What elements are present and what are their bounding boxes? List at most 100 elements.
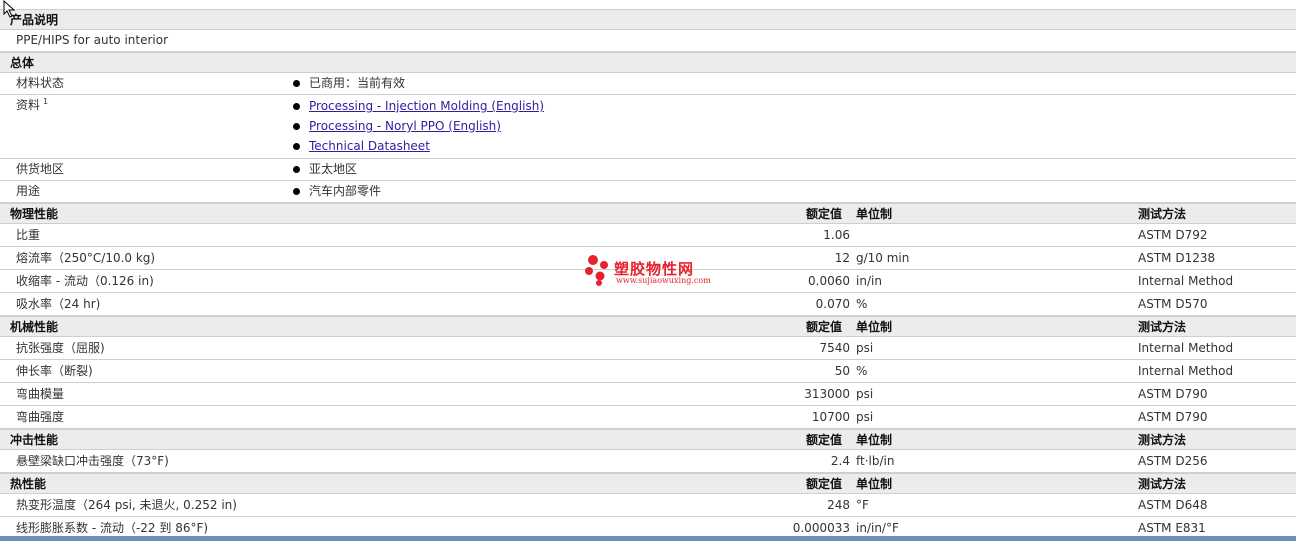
- section-title: 物理性能: [10, 207, 59, 221]
- column-header-value: 额定值: [806, 207, 843, 221]
- column-header-unit: 单位制: [856, 207, 893, 221]
- section-title: 冲击性能: [10, 433, 59, 447]
- property-unit: psi: [856, 387, 874, 401]
- section-title: 总体: [10, 56, 35, 70]
- section-product-description: 产品说明: [0, 9, 1296, 30]
- property-method: ASTM D790: [1138, 410, 1208, 424]
- property-name: 吸水率（24 hr): [16, 297, 101, 311]
- material-status-row: 材料状态 已商用：当前有效: [0, 73, 1296, 95]
- property-name: 弯曲强度: [16, 410, 65, 424]
- property-row: 抗张强度（屈服) 7540 psi Internal Method: [0, 337, 1296, 360]
- column-header-unit: 单位制: [856, 320, 893, 334]
- footnote-marker: 1: [43, 97, 49, 106]
- property-name: 悬壁梁缺口冲击强度（73°F): [16, 454, 169, 468]
- column-header-value: 额定值: [806, 320, 843, 334]
- property-unit: in/in: [856, 274, 882, 288]
- watermark-dots-icon: [585, 255, 608, 286]
- supply-region-value: 亚太地区: [309, 162, 358, 176]
- watermark-logo: 塑胶物性网 www.sujiaowuxing.com: [584, 254, 734, 290]
- property-method: ASTM D790: [1138, 387, 1208, 401]
- bottom-scroll-bar[interactable]: [0, 536, 1296, 541]
- property-value: 248: [827, 498, 850, 512]
- doc-link-noryl-ppo[interactable]: Processing - Noryl PPO (English): [309, 116, 501, 136]
- column-header-unit: 单位制: [856, 433, 893, 447]
- property-row: 吸水率（24 hr) 0.070% ASTM D570: [0, 293, 1296, 316]
- material-status-value: 已商用：当前有效: [309, 76, 406, 90]
- section-general: 总体: [0, 52, 1296, 73]
- bullet-icon: [293, 79, 300, 87]
- bullet-icon: [293, 122, 300, 130]
- property-unit: %: [856, 364, 868, 378]
- property-unit: °F: [856, 498, 869, 512]
- property-row: 弯曲模量 313000 psi ASTM D790: [0, 383, 1296, 406]
- supply-region-row: 供货地区 亚太地区: [0, 159, 1296, 181]
- column-header-method: 测试方法: [1138, 207, 1187, 221]
- material-status-label: 材料状态: [16, 76, 65, 90]
- bullet-icon: [293, 165, 300, 173]
- property-unit: psi: [856, 410, 874, 424]
- column-header-value: 额定值: [806, 433, 843, 447]
- section-physical: 物理性能 额定值 单位制 测试方法: [0, 203, 1296, 224]
- bullet-icon: [293, 142, 300, 150]
- column-header-method: 测试方法: [1138, 320, 1187, 334]
- property-unit: g/10 min: [856, 251, 910, 265]
- doc-link-technical-datasheet[interactable]: Technical Datasheet: [309, 136, 430, 156]
- usage-value: 汽车内部零件: [309, 184, 382, 198]
- column-header-unit: 单位制: [856, 477, 893, 491]
- property-value: 10700: [811, 410, 850, 424]
- section-mechanical: 机械性能 额定值 单位制 测试方法: [0, 316, 1296, 337]
- documents-row: 资料 1 Processing - Injection Molding (Engl…: [0, 95, 1296, 159]
- section-title: 产品说明: [10, 13, 59, 27]
- watermark-url: www.sujiaowuxing.com: [616, 276, 711, 285]
- property-value: 0.070: [815, 297, 850, 311]
- product-description-row: PPE/HIPS for auto interior: [0, 30, 1296, 52]
- property-name: 收缩率 - 流动（0.126 in): [16, 274, 154, 288]
- property-name: 伸长率（断裂): [16, 364, 93, 378]
- property-row: 悬壁梁缺口冲击强度（73°F) 2.4 ft·lb/in ASTM D256: [0, 450, 1296, 473]
- column-header-value: 额定值: [806, 477, 843, 491]
- property-unit: %: [856, 297, 868, 311]
- property-value: 50: [834, 364, 850, 378]
- property-unit: ft·lb/in: [856, 454, 895, 468]
- property-method: Internal Method: [1138, 364, 1234, 378]
- property-name: 弯曲模量: [16, 387, 65, 401]
- section-title: 热性能: [10, 477, 47, 491]
- property-name: 热变形温度（264 psi, 未退火, 0.252 in): [16, 498, 237, 512]
- column-header-method: 测试方法: [1138, 433, 1187, 447]
- property-value: 7540: [819, 341, 850, 355]
- mouse-pointer-icon: [3, 0, 16, 18]
- doc-link-injection-molding[interactable]: Processing - Injection Molding (English): [309, 96, 544, 116]
- section-title: 机械性能: [10, 320, 59, 334]
- usage-row: 用途 汽车内部零件: [0, 181, 1296, 203]
- property-method: Internal Method: [1138, 274, 1234, 288]
- property-unit: psi: [856, 341, 874, 355]
- property-value: 1.06: [823, 228, 850, 242]
- property-row: 热变形温度（264 psi, 未退火, 0.252 in) 248 °F ASTM D…: [0, 494, 1296, 517]
- property-method: Internal Method: [1138, 341, 1234, 355]
- documents-label: 资料 1: [16, 97, 49, 112]
- property-value: 2.4: [830, 454, 850, 468]
- property-row: 比重 1.06 ASTM D792: [0, 224, 1296, 247]
- section-impact: 冲击性能 额定值 单位制 测试方法: [0, 429, 1296, 450]
- bullet-icon: [293, 102, 300, 110]
- section-thermal: 热性能 额定值 单位制 测试方法: [0, 473, 1296, 494]
- supply-region-label: 供货地区: [16, 162, 65, 176]
- bullet-icon: [293, 187, 300, 195]
- property-value: 12: [834, 251, 850, 265]
- property-method: ASTM D570: [1138, 297, 1208, 311]
- property-value: 313000: [804, 387, 850, 401]
- property-name: 熔流率（250°C/10.0 kg): [16, 251, 156, 265]
- property-value: 0.0060: [808, 274, 850, 288]
- property-method: ASTM D256: [1138, 454, 1208, 468]
- property-method: ASTM D648: [1138, 498, 1208, 512]
- property-row: 伸长率（断裂) 50% Internal Method: [0, 360, 1296, 383]
- property-method: ASTM D1238: [1138, 251, 1216, 265]
- property-name: 抗张强度（屈服): [16, 341, 105, 355]
- column-header-method: 测试方法: [1138, 477, 1187, 491]
- usage-label: 用途: [16, 184, 41, 198]
- documents-list: Processing - Injection Molding (English)…: [291, 95, 544, 156]
- property-name: 比重: [16, 228, 41, 242]
- product-description-text: PPE/HIPS for auto interior: [16, 33, 169, 47]
- property-row: 弯曲强度 10700 psi ASTM D790: [0, 406, 1296, 429]
- property-method: ASTM D792: [1138, 228, 1208, 242]
